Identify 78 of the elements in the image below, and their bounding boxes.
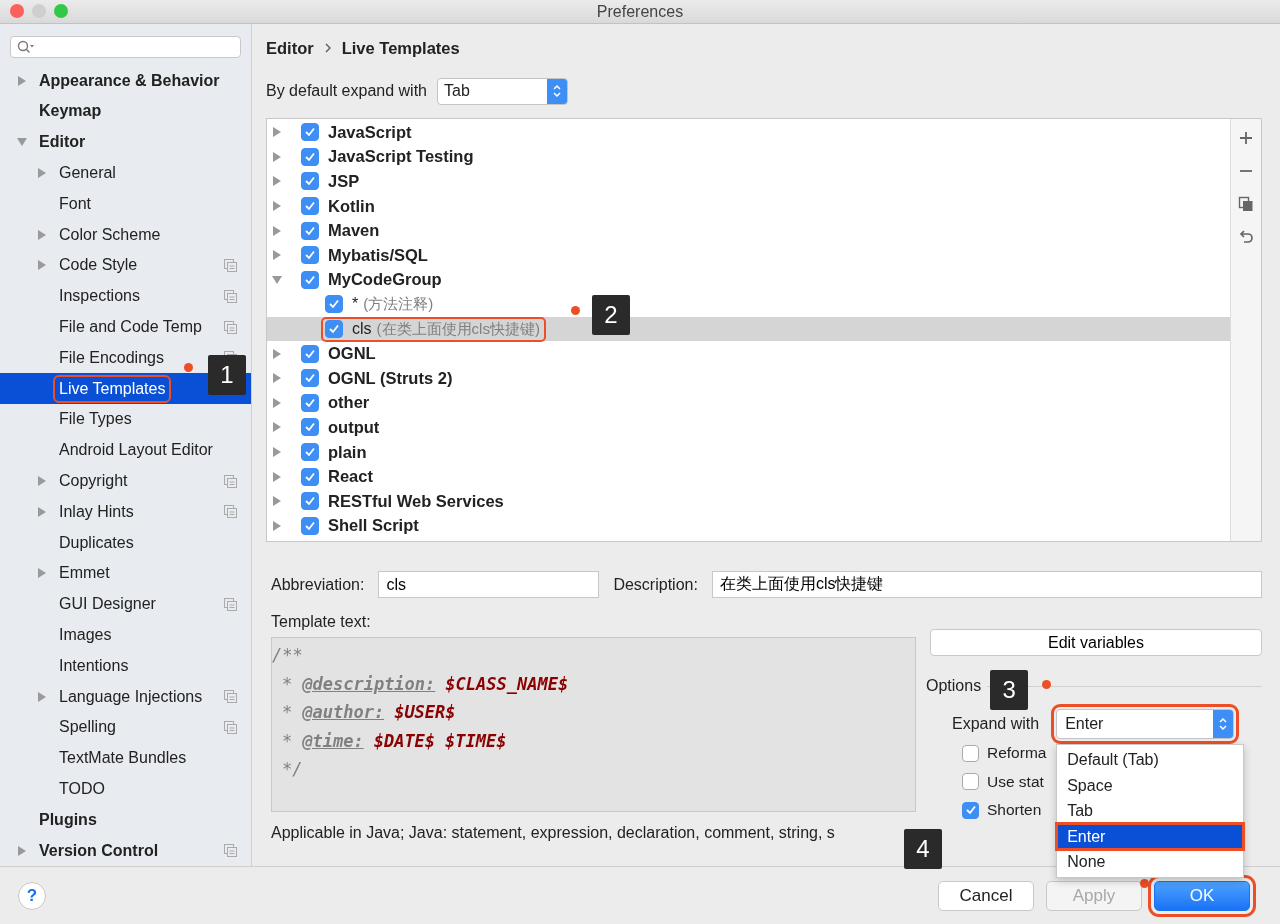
settings-item[interactable]: Copyright [57,471,130,492]
settings-item[interactable]: GUI Designer [57,594,158,615]
step-callout: 2 [592,294,630,335]
dropdown-option[interactable]: Tab [1057,798,1244,824]
applicable-contexts: Applicable in Java; Java: statement, expression, declaration, comment, string, s [271,824,836,842]
template-description: (方法注释) [363,294,434,314]
dialog-button[interactable]: Cancel [938,880,1034,911]
settings-item[interactable]: Language Injections [57,686,205,707]
description-label: Description: [613,575,698,594]
step-callout: 4 [904,828,942,869]
template-group[interactable]: plain [328,442,367,462]
option-label: Reforma [987,744,1047,763]
settings-item[interactable]: Duplicates [57,532,136,553]
expand-select[interactable]: Tab [437,77,568,105]
template-name[interactable]: cls [352,320,372,339]
options-heading: Options [926,677,982,695]
settings-item[interactable]: File Encodings [57,347,166,368]
settings-item[interactable]: File Types [57,409,134,430]
settings-item[interactable]: Android Layout Editor [57,440,215,461]
template-group[interactable]: RESTful Web Services [328,491,504,511]
edit-variables-button[interactable]: Edit variables [930,629,1262,656]
code-line: * @time: $DATE$ $TIME$ [281,729,508,753]
settings-item[interactable]: Code Style [57,255,140,276]
template-description: (在类上面使用cls快捷键) [376,319,540,339]
option-label: Use stat [987,772,1044,791]
help-button[interactable]: ? [18,881,46,910]
template-text-label: Template text: [271,613,372,631]
template-group[interactable]: MyCodeGroup [328,270,442,290]
template-group[interactable]: JavaScript Testing [328,147,474,167]
settings-item[interactable]: Color Scheme [57,224,163,245]
settings-item[interactable]: Spelling [57,717,118,738]
settings-item[interactable]: Inspections [57,286,142,307]
step-callout: 3 [990,670,1029,710]
code-line: * @author: $USER$ [281,701,457,724]
template-group[interactable]: other [328,393,370,413]
settings-item[interactable]: Images [57,625,114,645]
settings-item[interactable]: TextMate Bundles [57,748,189,769]
template-group[interactable]: Kotlin [328,196,375,216]
code-line: */ [281,758,304,781]
settings-item[interactable]: Editor [37,132,88,153]
template-group[interactable]: JSP [328,172,360,191]
settings-item[interactable]: Version Control [37,840,161,861]
settings-item[interactable]: Keymap [37,101,104,122]
dropdown-option[interactable]: Enter [1057,823,1244,849]
template-group[interactable]: Shell Script [328,516,419,536]
settings-item[interactable]: File and Code Temp [57,317,204,338]
settings-item[interactable]: Font [57,193,93,214]
breadcrumb-item: Editor [266,38,314,58]
step-callout: 1 [208,355,246,396]
settings-item[interactable]: Plugins [37,809,99,830]
code-line: * @description: $CLASS_NAME$ [281,672,570,696]
dropdown-option[interactable]: None [1057,849,1244,875]
option-label: Shorten [987,801,1042,820]
settings-item[interactable]: Inlay Hints [57,501,136,522]
dropdown-option[interactable]: Default (Tab) [1057,747,1244,773]
settings-item[interactable]: Intentions [57,655,131,676]
template-group[interactable]: Mybatis/SQL [328,245,428,265]
settings-item[interactable]: Emmet [57,563,112,584]
template-group[interactable]: output [328,417,380,437]
template-group[interactable]: JavaScript [328,122,412,142]
template-editor[interactable]: /** * @description: $CLASS_NAME$ * @author: $USER$ * @time: $DATE$ $TIME$ */ [271,637,916,812]
expand-with-label: Expand with [952,715,1040,733]
settings-item[interactable]: General [57,163,118,184]
window-title: Preferences [596,2,684,21]
template-group[interactable]: OGNL (Struts 2) [328,368,453,388]
description-field[interactable]: 在类上面使用cls快捷键 [711,571,1262,598]
dropdown-option[interactable]: Space [1057,772,1244,798]
template-group[interactable]: OGNL [328,344,376,364]
template-group[interactable]: React [328,467,373,487]
abbreviation-label: Abbreviation: [271,575,365,594]
abbreviation-field[interactable]: cls [378,571,600,598]
expand-label: By default expand with [266,82,427,100]
code-line: /** [272,644,304,667]
settings-item[interactable]: Appearance & Behavior [37,70,222,91]
template-name[interactable]: * [352,295,359,314]
settings-item[interactable]: TODO [57,779,107,799]
template-group[interactable]: Maven [328,221,380,241]
breadcrumb-item: Live Templates [341,38,460,58]
